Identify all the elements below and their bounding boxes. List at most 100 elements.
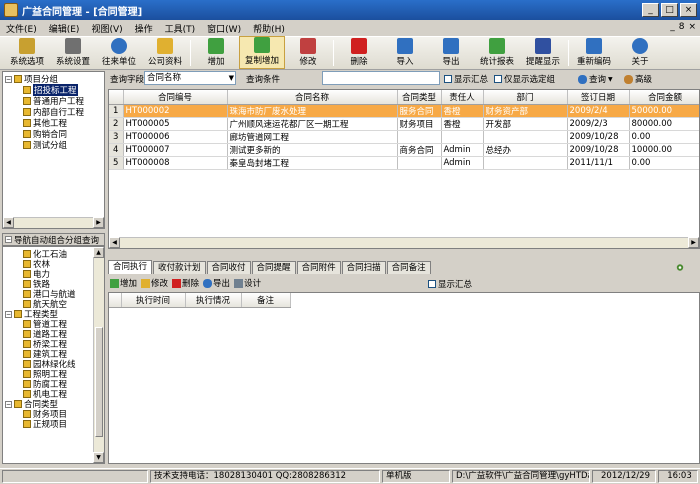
table-cell[interactable]: 测试更多新的 <box>227 143 398 157</box>
contacts-button[interactable]: 往来单位 <box>96 36 142 69</box>
table-cell[interactable]: HT000005 <box>123 117 228 131</box>
scrollbar-thumb[interactable] <box>95 327 103 437</box>
vertical-scrollbar[interactable]: ▲ ▼ <box>93 247 104 463</box>
tab-detail-0[interactable]: 合同执行 <box>108 260 153 274</box>
tab-detail-2[interactable]: 合同收付 <box>206 261 251 274</box>
table-cell[interactable]: 0.00 <box>629 130 699 144</box>
table-cell[interactable]: 廊坊管道网工程 <box>227 130 398 144</box>
horizontal-scrollbar[interactable]: ◀ ▶ <box>3 217 104 228</box>
table-row[interactable]: 2 HT000005 广州顺风速运花都厂区一期工程 财务项目 香橙 开发部 2009/2/3… <box>109 117 699 131</box>
stats-report-button[interactable]: 统计报表 <box>474 36 520 69</box>
scroll-left-icon[interactable]: ◀ <box>3 217 14 228</box>
menu-tools[interactable]: 工具(T) <box>159 22 202 35</box>
menu-edit[interactable]: 编辑(E) <box>43 22 86 35</box>
table-cell[interactable]: 财务项目 <box>397 117 442 131</box>
table-cell[interactable]: 广州顺风速运花都厂区一期工程 <box>227 117 398 131</box>
table-cell[interactable]: HT000008 <box>123 156 228 170</box>
close-button[interactable]: × <box>680 3 697 17</box>
table-cell[interactable]: 2009/2/4 <box>567 104 630 118</box>
query-field-select[interactable]: 合同名称 ▼ <box>144 71 236 85</box>
tab-detail-3[interactable]: 合同提醒 <box>251 261 296 274</box>
detail-edit-button[interactable]: 修改 <box>141 277 168 289</box>
column-header[interactable]: 合同编号 <box>123 90 228 105</box>
detail-add-button[interactable]: 增加 <box>110 277 137 289</box>
table-cell[interactable]: 香橙 <box>441 117 484 131</box>
nav-tree-item[interactable]: 正规项目 <box>23 419 67 430</box>
detail-show-summary-checkbox[interactable]: 显示汇总 <box>428 278 472 290</box>
delete-button[interactable]: 删除 <box>336 36 382 69</box>
tree-item[interactable]: 内部自行工程 <box>23 107 84 118</box>
system-settings-button[interactable]: 系统设置 <box>50 36 96 69</box>
tree-item[interactable]: 招投标工程 <box>23 84 78 96</box>
column-header[interactable]: 部门 <box>483 90 568 105</box>
table-cell[interactable]: 2011/11/1 <box>567 156 630 170</box>
detail-design-button[interactable]: 设计 <box>234 277 261 289</box>
table-cell[interactable]: 商务合同 <box>397 143 442 157</box>
tree-item[interactable]: 其他工程 <box>23 118 67 129</box>
search-button[interactable]: 查询 ▼ <box>578 73 613 85</box>
edit-button[interactable]: 修改 <box>285 36 331 69</box>
tree-item[interactable]: 普通用户工程 <box>23 96 84 107</box>
import-button[interactable]: 导入 <box>382 36 428 69</box>
only-selected-group-checkbox[interactable]: 仅显示选定组 <box>494 73 555 85</box>
table-cell[interactable]: Admin <box>441 143 484 157</box>
table-row[interactable]: 4 HT000007 测试更多新的 商务合同 Admin 总经办 2009/10/28 100… <box>109 143 699 157</box>
column-header[interactable]: 合同金额 <box>629 90 699 105</box>
table-cell[interactable]: 10000.00 <box>629 143 699 157</box>
column-header-exec-time[interactable]: 执行时间 <box>121 293 186 308</box>
table-cell[interactable]: 香橙 <box>441 104 484 118</box>
reminder-button[interactable]: 提醒显示 <box>520 36 566 69</box>
column-header-note[interactable]: 备注 <box>241 293 291 308</box>
tab-detail-1[interactable]: 收付款计划 <box>153 261 206 274</box>
column-header[interactable]: 签订日期 <box>567 90 630 105</box>
table-row[interactable]: 5 HT000008 秦皇岛封堵工程 Admin 2011/11/1 0.00 <box>109 156 699 170</box>
mdi-close-button[interactable]: × <box>688 22 696 32</box>
scroll-right-icon[interactable]: ▶ <box>688 237 699 248</box>
table-cell[interactable]: 开发部 <box>483 117 568 131</box>
table-row[interactable]: 1 HT000002 珠海市防厂废水处理 服务合同 香橙 财务资产部 2009/2/4 500… <box>109 104 699 118</box>
scroll-right-icon[interactable]: ▶ <box>93 217 104 228</box>
menu-view[interactable]: 视图(V) <box>85 22 128 35</box>
splitter[interactable] <box>108 250 700 259</box>
menu-operate[interactable]: 操作 <box>129 22 159 35</box>
company-info-button[interactable]: 公司资料 <box>142 36 188 69</box>
maximize-button[interactable]: □ <box>661 3 678 17</box>
recode-button[interactable]: 重新编码 <box>571 36 617 69</box>
tree-root-project-group[interactable]: − 项目分组 <box>5 74 58 85</box>
table-cell[interactable]: 秦皇岛封堵工程 <box>227 156 398 170</box>
about-button[interactable]: 关于 <box>617 36 663 69</box>
table-cell[interactable] <box>483 130 568 144</box>
mdi-restore-button[interactable]: 8 <box>679 22 685 32</box>
table-cell[interactable]: 总经办 <box>483 143 568 157</box>
tree-item[interactable]: 测试分组 <box>23 140 67 151</box>
export-button[interactable]: 导出 <box>428 36 474 69</box>
table-cell[interactable] <box>397 130 442 144</box>
table-cell[interactable] <box>483 156 568 170</box>
detail-delete-button[interactable]: 删除 <box>172 277 199 289</box>
menu-file[interactable]: 文件(E) <box>0 22 43 35</box>
table-cell[interactable]: 财务资产部 <box>483 104 568 118</box>
scroll-down-icon[interactable]: ▼ <box>93 452 104 463</box>
table-cell[interactable]: HT000006 <box>123 130 228 144</box>
table-cell[interactable] <box>397 156 442 170</box>
tree-item[interactable]: 购销合同 <box>23 129 67 140</box>
column-header[interactable]: 合同类型 <box>397 90 442 105</box>
mdi-minimize-button[interactable]: _ <box>670 22 675 32</box>
tab-detail-5[interactable]: 合同扫描 <box>341 261 386 274</box>
tab-detail-6[interactable]: 合同备注 <box>386 261 431 274</box>
table-row[interactable]: 3 HT000006 廊坊管道网工程 2009/10/28 0.00 <box>109 130 699 144</box>
tab-detail-4[interactable]: 合同附件 <box>296 261 341 274</box>
table-cell[interactable]: 0.00 <box>629 156 699 170</box>
table-cell[interactable]: Admin <box>441 156 484 170</box>
add-button[interactable]: 增加 <box>193 36 239 69</box>
table-cell[interactable]: 服务合同 <box>397 104 442 118</box>
table-cell[interactable]: HT000002 <box>123 104 228 118</box>
table-cell[interactable]: 80000.00 <box>629 117 699 131</box>
column-header-exec-status[interactable]: 执行情况 <box>185 293 242 308</box>
scroll-up-icon[interactable]: ▲ <box>93 247 104 258</box>
table-cell[interactable]: 2009/10/28 <box>567 130 630 144</box>
minimize-button[interactable]: _ <box>642 3 659 17</box>
menu-help[interactable]: 帮助(H) <box>247 22 291 35</box>
table-cell[interactable]: 珠海市防厂废水处理 <box>227 104 398 118</box>
table-cell[interactable]: HT000007 <box>123 143 228 157</box>
